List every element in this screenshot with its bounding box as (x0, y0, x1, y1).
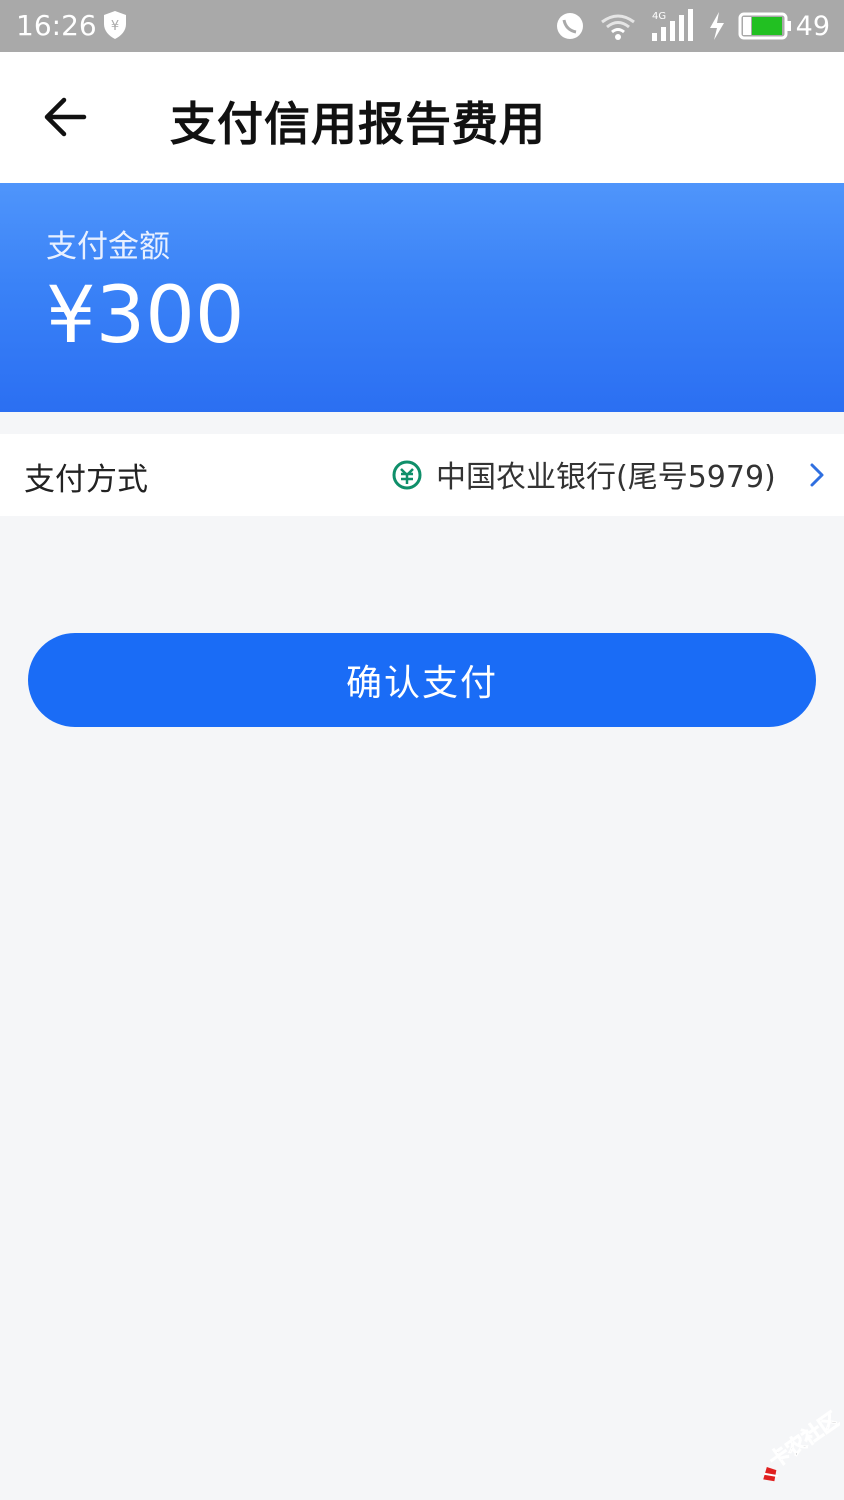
svg-text:¥: ¥ (111, 19, 119, 34)
back-arrow-icon[interactable] (40, 94, 90, 140)
page-title: 支付信用报告费用 (170, 97, 546, 151)
watermark-text: 卡农社区 (764, 1407, 840, 1473)
status-icons: 4G 49 (554, 8, 830, 44)
shield-yen-icon: ¥ (104, 11, 126, 39)
amount-label: 支付金额 (46, 229, 170, 265)
nav-bar: 支付信用报告费用 (0, 52, 844, 183)
wifi-icon (600, 14, 635, 40)
battery-level: 49 (795, 10, 830, 42)
battery-icon (738, 12, 791, 40)
amount-panel: 支付金额 ¥300 (0, 183, 844, 412)
signal-icon: 4G (651, 9, 693, 41)
payment-method-label: 支付方式 (24, 462, 148, 498)
status-bar: 16:26 ¥ 4G 49 (0, 0, 844, 52)
watermark-logo: 卡农社区 (763, 1407, 840, 1482)
abc-bank-icon (392, 460, 422, 490)
bank-name: 中国农业银行(尾号5979) (436, 460, 776, 495)
amount-value: ¥300 (46, 271, 245, 361)
chevron-right-icon (810, 463, 824, 487)
payment-method-row[interactable]: 支付方式 中国农业银行(尾号5979) (0, 434, 844, 516)
confirm-pay-button[interactable]: 确认支付 (28, 633, 816, 727)
network-label: 4G (652, 11, 666, 22)
status-time: 16:26 (16, 9, 97, 42)
hd-call-icon (556, 13, 583, 39)
charging-icon (709, 12, 724, 40)
